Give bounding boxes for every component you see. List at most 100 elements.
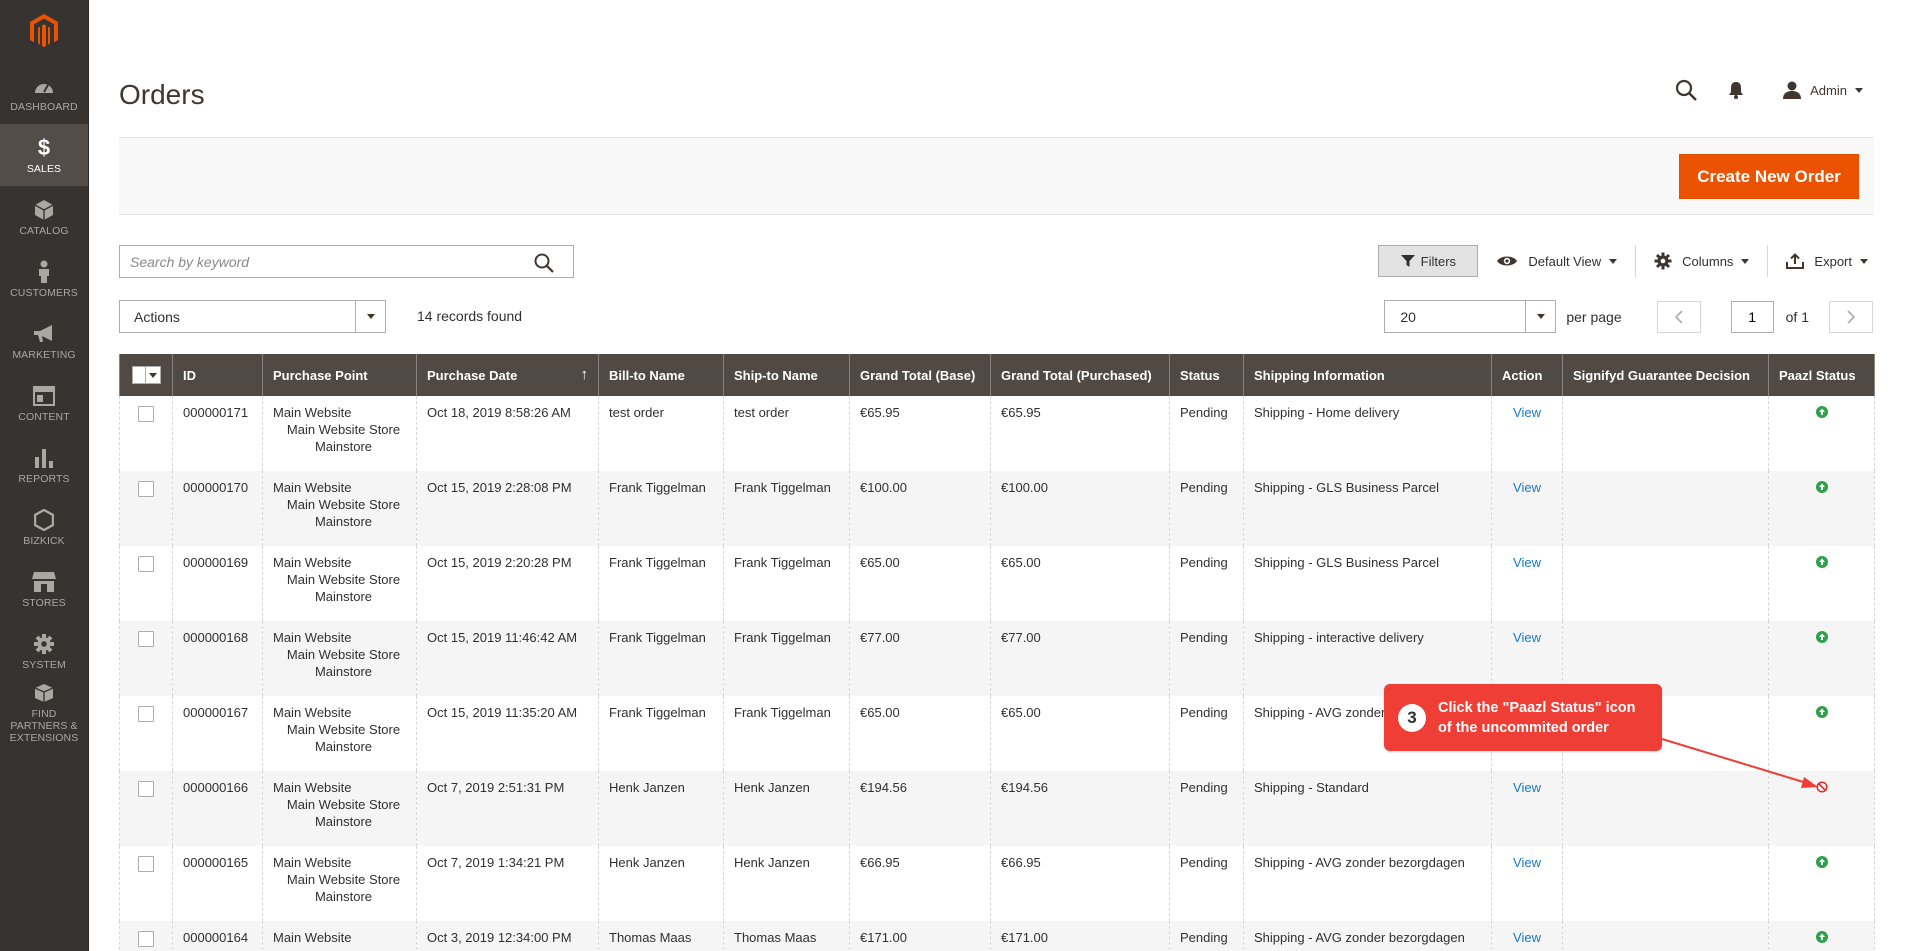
view-order-link[interactable]: View (1513, 555, 1541, 570)
purchase-point: Main Website Main Website Store Mainstore (262, 396, 417, 471)
select-all-header[interactable] (119, 354, 173, 396)
column-header-id[interactable]: ID (172, 354, 263, 396)
order-id: 000000165 (172, 846, 263, 921)
paazl-status-cell (1768, 921, 1875, 951)
view-order-link[interactable]: View (1513, 855, 1541, 870)
signifyd-decision (1562, 921, 1769, 951)
bell-icon[interactable] (1726, 80, 1746, 100)
column-header-ship-to-name[interactable]: Ship-to Name (723, 354, 850, 396)
column-header-grand-total-base[interactable]: Grand Total (Base) (849, 354, 991, 396)
sidebar-item-stores[interactable]: STORES (0, 558, 88, 620)
sidebar-item-label: BIZKICK (23, 535, 65, 547)
sidebar-item-content[interactable]: CONTENT (0, 372, 88, 434)
paazl-status-ok-icon[interactable] (1779, 704, 1864, 718)
row-checkbox[interactable] (138, 855, 154, 872)
sidebar-item-find[interactable]: FIND PARTNERS & EXTENSIONS (0, 682, 88, 744)
search-icon[interactable] (1674, 78, 1698, 102)
sidebar-item-sales[interactable]: $ SALES (0, 124, 88, 186)
next-page-button[interactable] (1829, 300, 1873, 333)
sidebar-item-catalog[interactable]: CATALOG (0, 186, 88, 248)
purchase-point-website: Main Website (273, 930, 352, 945)
keyword-search (119, 245, 574, 278)
order-id: 000000164 (172, 921, 263, 951)
view-order-link[interactable]: View (1513, 780, 1541, 795)
sidebar-item-system[interactable]: SYSTEM (0, 620, 88, 682)
current-page-input[interactable] (1730, 300, 1774, 333)
paazl-status-cell (1768, 771, 1875, 846)
user-icon (1783, 81, 1802, 99)
mass-select-checkbox[interactable] (131, 366, 161, 384)
sidebar-item-dashboard[interactable]: DASHBOARD (0, 62, 88, 124)
action-cell: View (1491, 846, 1563, 921)
paazl-status-ok-icon[interactable] (1779, 479, 1864, 493)
filters-button[interactable]: Filters (1378, 245, 1479, 277)
previous-page-button[interactable] (1656, 300, 1701, 333)
table-row[interactable]: 000000171 Main Website Main Website Store M… (119, 396, 1875, 471)
row-checkbox[interactable] (138, 780, 154, 797)
magento-logo-icon (30, 14, 58, 48)
sidebar-item-marketing[interactable]: MARKETING (0, 310, 88, 372)
admin-sidebar: DASHBOARD $ SALES CATALOG CUSTOMERS MARKETING… (0, 0, 89, 951)
column-header-grand-total-purchased[interactable]: Grand Total (Purchased) (990, 354, 1170, 396)
column-header-status[interactable]: Status (1169, 354, 1244, 396)
column-header-purchase-date[interactable]: Purchase Date ↑ (416, 354, 599, 396)
per-page-select[interactable]: 20 (1384, 300, 1557, 333)
row-select-cell (119, 846, 173, 921)
paazl-status-ok-icon[interactable] (1779, 554, 1864, 568)
chevron-down-icon (1741, 258, 1750, 264)
view-order-link[interactable]: View (1513, 405, 1541, 420)
export-dropdown[interactable]: Export (1768, 245, 1868, 277)
search-input[interactable] (120, 246, 530, 277)
purchase-point-store: Main Website Store (286, 872, 401, 887)
column-header-shipping-information[interactable]: Shipping Information (1243, 354, 1492, 396)
ship-to-name: Frank Tiggelman (723, 621, 850, 696)
row-checkbox[interactable] (138, 480, 154, 497)
column-header-bill-to-name[interactable]: Bill-to Name (598, 354, 724, 396)
admin-user-menu[interactable]: Admin (1782, 80, 1863, 100)
row-checkbox[interactable] (138, 930, 154, 947)
paazl-status-error-icon[interactable] (1779, 779, 1864, 793)
sidebar-item-bizkick[interactable]: BIZKICK (0, 496, 88, 558)
view-order-link[interactable]: View (1513, 630, 1541, 645)
row-checkbox[interactable] (138, 405, 154, 422)
chevron-down-icon[interactable] (355, 301, 385, 332)
columns-dropdown[interactable]: Columns (1636, 245, 1767, 277)
paazl-status-ok-icon[interactable] (1779, 629, 1864, 643)
column-header-signifyd-decision[interactable]: Signifyd Guarantee Decision (1562, 354, 1769, 396)
eye-icon (1497, 256, 1518, 266)
row-checkbox[interactable] (138, 630, 154, 647)
chevron-down-icon[interactable] (1525, 301, 1555, 332)
order-status: Pending (1169, 396, 1244, 471)
person-icon (36, 259, 52, 285)
order-id: 000000168 (172, 621, 263, 696)
table-row[interactable]: 000000165 Main Website Main Website Store M… (119, 846, 1875, 921)
create-new-order-button[interactable]: Create New Order (1679, 154, 1859, 199)
sidebar-item-customers[interactable]: CUSTOMERS (0, 248, 88, 310)
paazl-status-ok-icon[interactable] (1779, 854, 1864, 868)
view-order-link[interactable]: View (1513, 480, 1541, 495)
column-header-paazl-status[interactable]: Paazl Status (1768, 354, 1875, 396)
table-row[interactable]: 000000170 Main Website Main Website Store M… (119, 471, 1875, 546)
columns-label: Columns (1682, 253, 1734, 269)
magento-logo[interactable] (0, 0, 88, 62)
row-checkbox[interactable] (138, 555, 154, 572)
grand-total-purchased: €65.00 (990, 546, 1170, 621)
pagination: 20 per page of 1 (1384, 300, 1873, 333)
purchase-point-website: Main Website (273, 855, 352, 870)
box-icon (34, 197, 54, 223)
mass-actions-select[interactable]: Actions (119, 300, 386, 333)
boxes-icon (33, 682, 55, 706)
paazl-status-ok-icon[interactable] (1779, 404, 1864, 418)
row-checkbox[interactable] (138, 705, 154, 722)
table-row[interactable]: 000000166 Main Website Main Website Store M… (119, 771, 1875, 846)
table-row[interactable]: 000000169 Main Website Main Website Store M… (119, 546, 1875, 621)
table-row[interactable]: 000000164 Main Website Oct 3, 2019 12:34:0… (119, 921, 1875, 951)
search-icon[interactable] (533, 252, 555, 274)
sidebar-item-reports[interactable]: REPORTS (0, 434, 88, 496)
megaphone-icon (32, 321, 56, 347)
view-order-link[interactable]: View (1513, 930, 1541, 945)
paazl-status-ok-icon[interactable] (1779, 929, 1864, 943)
column-header-purchase-point[interactable]: Purchase Point (262, 354, 417, 396)
default-view-dropdown[interactable]: Default View (1478, 245, 1635, 277)
grand-total-purchased: €77.00 (990, 621, 1170, 696)
